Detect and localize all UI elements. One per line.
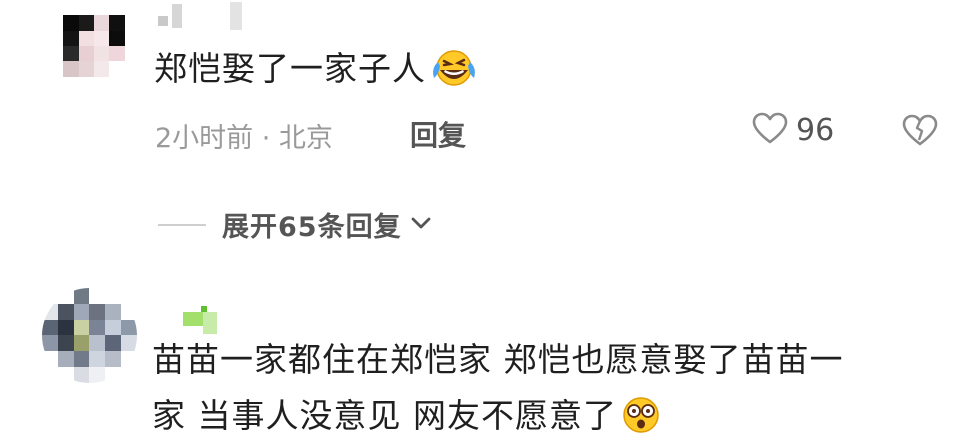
comment-text: 郑恺娶了一家子人	[154, 48, 476, 97]
like-count: 96	[796, 112, 835, 148]
avatar[interactable]	[42, 288, 137, 383]
shocked-emoji	[621, 395, 661, 444]
like-button[interactable]: 96	[752, 112, 834, 148]
chevron-down-icon	[410, 215, 432, 234]
avatar[interactable]	[48, 0, 140, 92]
comment-text-line: 苗苗一家都住在郑恺家 郑恺也愿意娶了苗苗一	[152, 340, 844, 379]
divider-line	[158, 223, 206, 226]
username-blurred[interactable]	[183, 306, 223, 336]
laughing-crying-emoji	[430, 48, 476, 97]
dislike-button[interactable]	[902, 114, 938, 150]
expand-replies-button[interactable]: 展开65条回复	[158, 205, 432, 244]
comment-meta: 2小时前 · 北京	[155, 123, 333, 154]
username-blurred[interactable]	[158, 2, 253, 32]
heart-icon	[752, 112, 788, 148]
expand-replies-label: 展开65条回复	[222, 212, 402, 243]
reply-button[interactable]: 回复	[410, 114, 466, 154]
broken-heart-icon	[902, 114, 938, 150]
comment-text-line: 家 当事人没意见 网友不愿意了	[152, 395, 661, 444]
